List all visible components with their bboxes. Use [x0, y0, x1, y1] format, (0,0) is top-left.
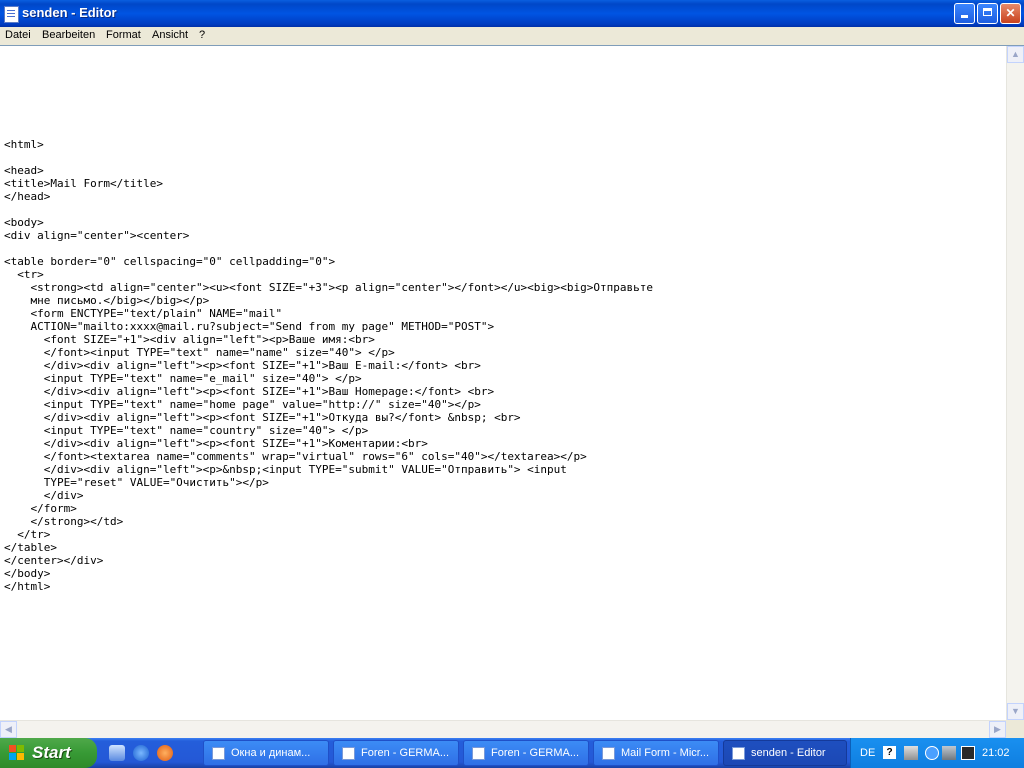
printer-icon[interactable] [904, 746, 918, 760]
chevron-left-icon[interactable] [925, 746, 939, 760]
start-label: Start [32, 743, 71, 762]
scroll-right-button[interactable]: ▶ [989, 721, 1006, 738]
menu-edit[interactable]: Bearbeiten [42, 29, 95, 41]
minimize-icon [961, 15, 968, 18]
menu-help[interactable]: ? [199, 29, 205, 41]
horizontal-scrollbar[interactable]: ◀ ▶ [0, 720, 1006, 738]
restore-icon [983, 8, 992, 16]
close-button[interactable]: ✕ [1000, 3, 1021, 24]
task-button[interactable]: Mail Form - Micr... [593, 740, 719, 766]
browser-icon[interactable] [157, 745, 173, 761]
menu-view[interactable]: Ansicht [152, 29, 188, 41]
scroll-left-button[interactable]: ◀ [0, 721, 17, 738]
size-grip [1006, 720, 1024, 738]
notepad-icon[interactable] [4, 6, 19, 23]
task-button[interactable]: Foren - GERMA... [333, 740, 459, 766]
editor-text[interactable]: <html> <head> <title>Mail Form</title> <… [4, 138, 653, 593]
scroll-up-button[interactable]: ▲ [1007, 46, 1024, 63]
system-tray: DE ? 21:02 [850, 738, 1024, 768]
notepad-icon [732, 747, 745, 760]
taskbar: Start Окна и динам... Foren - GERMA... F… [0, 738, 1024, 768]
window-icon [342, 747, 355, 760]
task-button[interactable]: Foren - GERMA... [463, 740, 589, 766]
task-button[interactable]: Окна и динам... [203, 740, 329, 766]
window-icon [602, 747, 615, 760]
app-tray-icon[interactable] [961, 746, 975, 760]
text-editor-area[interactable]: <html> <head> <title>Mail Form</title> <… [0, 45, 1024, 738]
clock[interactable]: 21:02 [982, 747, 1010, 759]
window-title: senden - Editor [22, 5, 117, 20]
vertical-scrollbar[interactable]: ▲ ▼ [1006, 46, 1024, 720]
menu-bar: Datei Bearbeiten Format Ansicht ? [0, 27, 1024, 45]
menu-format[interactable]: Format [106, 29, 141, 41]
menu-file[interactable]: Datei [5, 29, 31, 41]
windows-logo-icon [9, 745, 25, 761]
show-desktop-icon[interactable] [109, 745, 125, 761]
internet-explorer-icon[interactable] [133, 745, 149, 761]
window-icon [212, 747, 225, 760]
scroll-down-button[interactable]: ▼ [1007, 703, 1024, 720]
title-bar[interactable]: senden - Editor ✕ [0, 0, 1024, 27]
close-icon: ✕ [1005, 6, 1016, 20]
minimize-button[interactable] [954, 3, 975, 24]
start-button[interactable]: Start [0, 738, 97, 768]
network-icon[interactable] [942, 746, 956, 760]
maximize-button[interactable] [977, 3, 998, 24]
help-icon[interactable]: ? [883, 746, 896, 759]
window-icon [472, 747, 485, 760]
language-indicator[interactable]: DE [860, 747, 875, 759]
task-button-active[interactable]: senden - Editor [723, 740, 847, 766]
